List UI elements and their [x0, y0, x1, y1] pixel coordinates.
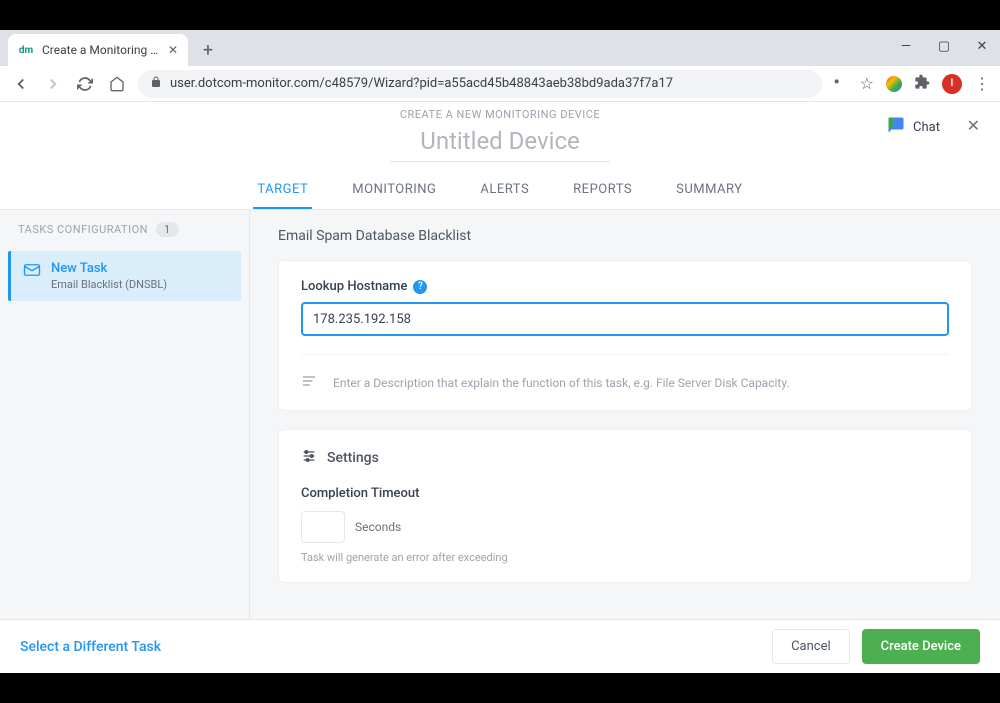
key-icon[interactable]: [832, 74, 848, 94]
timeout-input[interactable]: [301, 511, 345, 543]
page-subtitle: CREATE A NEW MONITORING DEVICE: [20, 108, 980, 121]
window-close-button[interactable]: ✕: [970, 34, 994, 58]
notes-icon: [301, 373, 317, 392]
sidebar-heading: TASKS CONFIGURATION: [18, 223, 148, 236]
forward-button[interactable]: [42, 73, 64, 95]
address-bar: user.dotcom-monitor.com/c48579/Wizard?pi…: [0, 66, 1000, 102]
tab-reports[interactable]: REPORTS: [569, 172, 636, 209]
extension-icon[interactable]: [886, 76, 902, 92]
star-icon[interactable]: ☆: [860, 74, 874, 93]
reload-button[interactable]: [74, 73, 96, 95]
seconds-label: Seconds: [355, 520, 401, 534]
browser-tab[interactable]: dm Create a Monitoring Device ✕: [8, 34, 188, 66]
create-device-button[interactable]: Create Device: [862, 629, 980, 664]
new-tab-button[interactable]: +: [194, 36, 222, 64]
wizard-tabs: TARGET MONITORING ALERTS REPORTS SUMMARY: [0, 172, 1000, 210]
close-tab-icon[interactable]: ✕: [168, 43, 178, 57]
url-input[interactable]: user.dotcom-monitor.com/c48579/Wizard?pi…: [138, 70, 822, 98]
tasks-sidebar: TASKS CONFIGURATION 1 New Task Email Bla…: [0, 210, 250, 619]
window-maximize-button[interactable]: ▢: [932, 34, 956, 58]
timeout-label: Completion Timeout: [301, 486, 949, 501]
task-type: Email Blacklist (DNSBL): [51, 278, 167, 291]
tab-target[interactable]: TARGET: [253, 172, 312, 209]
timeout-hint: Task will generate an error after exceed…: [301, 551, 949, 564]
task-count-badge: 1: [156, 222, 179, 237]
tab-monitoring[interactable]: MONITORING: [348, 172, 440, 209]
description-placeholder[interactable]: Enter a Description that explain the fun…: [333, 376, 790, 390]
settings-label: Settings: [327, 450, 379, 466]
wizard-footer: Select a Different Task Cancel Create De…: [0, 619, 1000, 673]
chat-label: Chat: [913, 120, 940, 135]
tab-alerts[interactable]: ALERTS: [476, 172, 533, 209]
cancel-button[interactable]: Cancel: [772, 629, 850, 664]
window-minimize-button[interactable]: —: [894, 34, 918, 58]
hostname-input[interactable]: [301, 302, 949, 336]
hostname-label: Lookup Hostname: [301, 279, 407, 294]
task-item[interactable]: New Task Email Blacklist (DNSBL): [8, 251, 241, 301]
sliders-icon: [301, 448, 317, 468]
mail-icon: [23, 261, 41, 291]
tab-title: Create a Monitoring Device: [42, 43, 160, 57]
chat-icon: [887, 116, 905, 138]
home-button[interactable]: [106, 73, 128, 95]
section-heading: Email Spam Database Blacklist: [278, 228, 972, 244]
menu-icon[interactable]: ⋮: [974, 74, 990, 93]
browser-tab-strip: dm Create a Monitoring Device ✕ + — ▢ ✕: [0, 30, 1000, 66]
device-title-input[interactable]: Untitled Device: [390, 127, 610, 162]
lock-icon: [150, 76, 162, 92]
back-button[interactable]: [10, 73, 32, 95]
favicon-icon: dm: [18, 42, 34, 58]
profile-avatar[interactable]: I: [942, 74, 962, 94]
puzzle-icon[interactable]: [914, 74, 930, 94]
url-text: user.dotcom-monitor.com/c48579/Wizard?pi…: [170, 76, 673, 91]
form-area: Email Spam Database Blacklist Lookup Hos…: [250, 210, 1000, 619]
close-panel-button[interactable]: ✕: [967, 116, 980, 135]
select-different-task-link[interactable]: Select a Different Task: [20, 639, 161, 655]
help-icon[interactable]: ?: [413, 280, 427, 294]
tab-summary[interactable]: SUMMARY: [672, 172, 746, 209]
task-name: New Task: [51, 261, 167, 276]
chat-button[interactable]: Chat: [887, 116, 940, 138]
